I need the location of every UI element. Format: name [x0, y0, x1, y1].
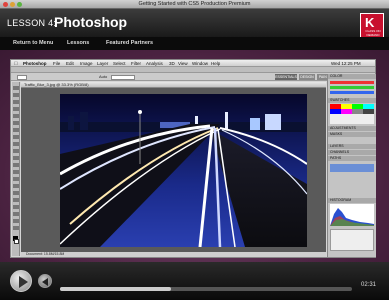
swatches-grid[interactable]	[330, 104, 374, 124]
pen-tool-icon[interactable]	[13, 184, 19, 188]
menu-file[interactable]: File	[53, 61, 60, 66]
menu-photoshop[interactable]: Photoshop	[23, 61, 47, 66]
auto-select-dropdown[interactable]	[111, 74, 135, 80]
logo-letter: K	[365, 15, 375, 30]
menu-filter[interactable]: Filter	[131, 61, 141, 66]
3d-tool-icon[interactable]	[13, 212, 19, 216]
menu-edit[interactable]: Edit	[66, 61, 74, 66]
menu-analysis[interactable]: Analysis	[146, 61, 163, 66]
highway-night-photo	[60, 94, 307, 247]
panel-tab-swatches[interactable]: SWATCHES	[328, 98, 376, 103]
lasso-tool-icon[interactable]	[13, 100, 19, 104]
brush-tool-icon[interactable]	[13, 135, 19, 139]
blur-tool-icon[interactable]	[13, 170, 19, 174]
healing-tool-icon[interactable]	[13, 128, 19, 132]
progress-track[interactable]	[60, 287, 352, 291]
panel-tab-paths[interactable]: PATHS	[328, 156, 376, 161]
player-controls: 02:31	[0, 262, 389, 300]
tool-preset-picker[interactable]	[17, 74, 27, 80]
nav-return-to-menu[interactable]: Return to Menu	[13, 40, 53, 46]
menu-layer[interactable]: Layer	[97, 61, 108, 66]
window-titlebar: Getting Started with CS5 Production Prem…	[0, 0, 389, 9]
lesson-navbar: Return to Menu Lessons Featured Partners	[0, 37, 389, 50]
auto-select-label: Auto	[99, 74, 108, 79]
panel-tab-masks[interactable]: MASKS	[328, 132, 376, 137]
nav-lessons[interactable]: Lessons	[67, 40, 89, 46]
eraser-tool-icon[interactable]	[13, 156, 19, 160]
options-bar: Auto ESSENTIALS DESIGN PAINTING	[11, 73, 375, 81]
window-title: Getting Started with CS5 Production Prem…	[138, 1, 251, 7]
lesson-label: LESSON 4:	[7, 18, 57, 28]
histogram-graph	[330, 204, 374, 226]
photoshop-menubar:  Photoshop File Edit Image Layer Select…	[11, 60, 375, 67]
rewind-button[interactable]	[38, 274, 52, 288]
lesson-header: LESSON 4: Photoshop	[0, 9, 389, 37]
image-canvas[interactable]	[60, 94, 307, 247]
eyedropper-tool-icon[interactable]	[13, 121, 19, 125]
history-panel[interactable]	[330, 229, 374, 251]
panel-tab-channels[interactable]: CHANNELS	[328, 150, 376, 155]
menu-select[interactable]: Select	[113, 61, 126, 66]
play-icon	[19, 276, 28, 288]
rewind-icon	[42, 278, 48, 286]
panel-tab-adjustments[interactable]: ADJUSTMENTS	[328, 126, 376, 131]
timecode: 02:31	[361, 282, 377, 288]
shape-tool-icon[interactable]	[13, 205, 19, 209]
panel-dock: COLOR SWATCHES ADJUSTMENTS MASKS LAYERS …	[327, 74, 376, 257]
play-button[interactable]	[10, 270, 32, 292]
history-brush-tool-icon[interactable]	[13, 149, 19, 153]
class-on-demand-logo: K CLASS ON DEMAND	[360, 13, 384, 39]
document-window: Traffic_Blur_3.jpg @ 33.3% (RGB/8) Docum…	[21, 82, 326, 257]
document-tab[interactable]: Traffic_Blur_3.jpg @ 33.3% (RGB/8)	[21, 82, 326, 88]
nav-featured-partners[interactable]: Featured Partners	[106, 40, 153, 46]
zoom-tool-icon[interactable]	[13, 226, 19, 230]
background-color-swatch[interactable]	[14, 239, 19, 244]
document-status-bar: Document: 15.8M/15.8M	[21, 252, 326, 257]
menu-help[interactable]: Help	[211, 61, 220, 66]
background-layer-row[interactable]	[330, 164, 374, 172]
type-tool-icon[interactable]	[13, 191, 19, 195]
hand-tool-icon[interactable]	[13, 219, 19, 223]
marquee-tool-icon[interactable]	[13, 93, 19, 97]
move-tool-icon[interactable]	[13, 86, 19, 90]
clone-stamp-tool-icon[interactable]	[13, 142, 19, 146]
crop-tool-icon[interactable]	[13, 114, 19, 118]
menu-3d[interactable]: 3D	[169, 61, 175, 66]
photoshop-window:  Photoshop File Edit Image Layer Select…	[10, 59, 376, 258]
gradient-tool-icon[interactable]	[13, 163, 19, 167]
menu-window[interactable]: Window	[192, 61, 208, 66]
panel-tab-layers[interactable]: LAYERS	[328, 144, 376, 149]
lesson-title: Photoshop	[54, 14, 128, 30]
tools-panel	[12, 82, 20, 256]
workspace-design-button[interactable]: DESIGN	[299, 74, 315, 80]
menu-view[interactable]: View	[178, 61, 188, 66]
panel-tab-color[interactable]: COLOR	[328, 74, 376, 79]
logo-subtext: CLASS ON DEMAND	[365, 29, 381, 37]
color-sliders[interactable]	[330, 80, 374, 96]
progress-fill	[60, 287, 171, 291]
workspace-essentials-button[interactable]: ESSENTIALS	[275, 74, 297, 80]
menu-image[interactable]: Image	[80, 61, 93, 66]
path-select-tool-icon[interactable]	[13, 198, 19, 202]
panel-tab-histogram[interactable]: HISTOGRAM	[328, 198, 376, 203]
quick-select-tool-icon[interactable]	[13, 107, 19, 111]
dodge-tool-icon[interactable]	[13, 177, 19, 181]
menu-clock: Wed 12:25 PM	[331, 61, 361, 66]
